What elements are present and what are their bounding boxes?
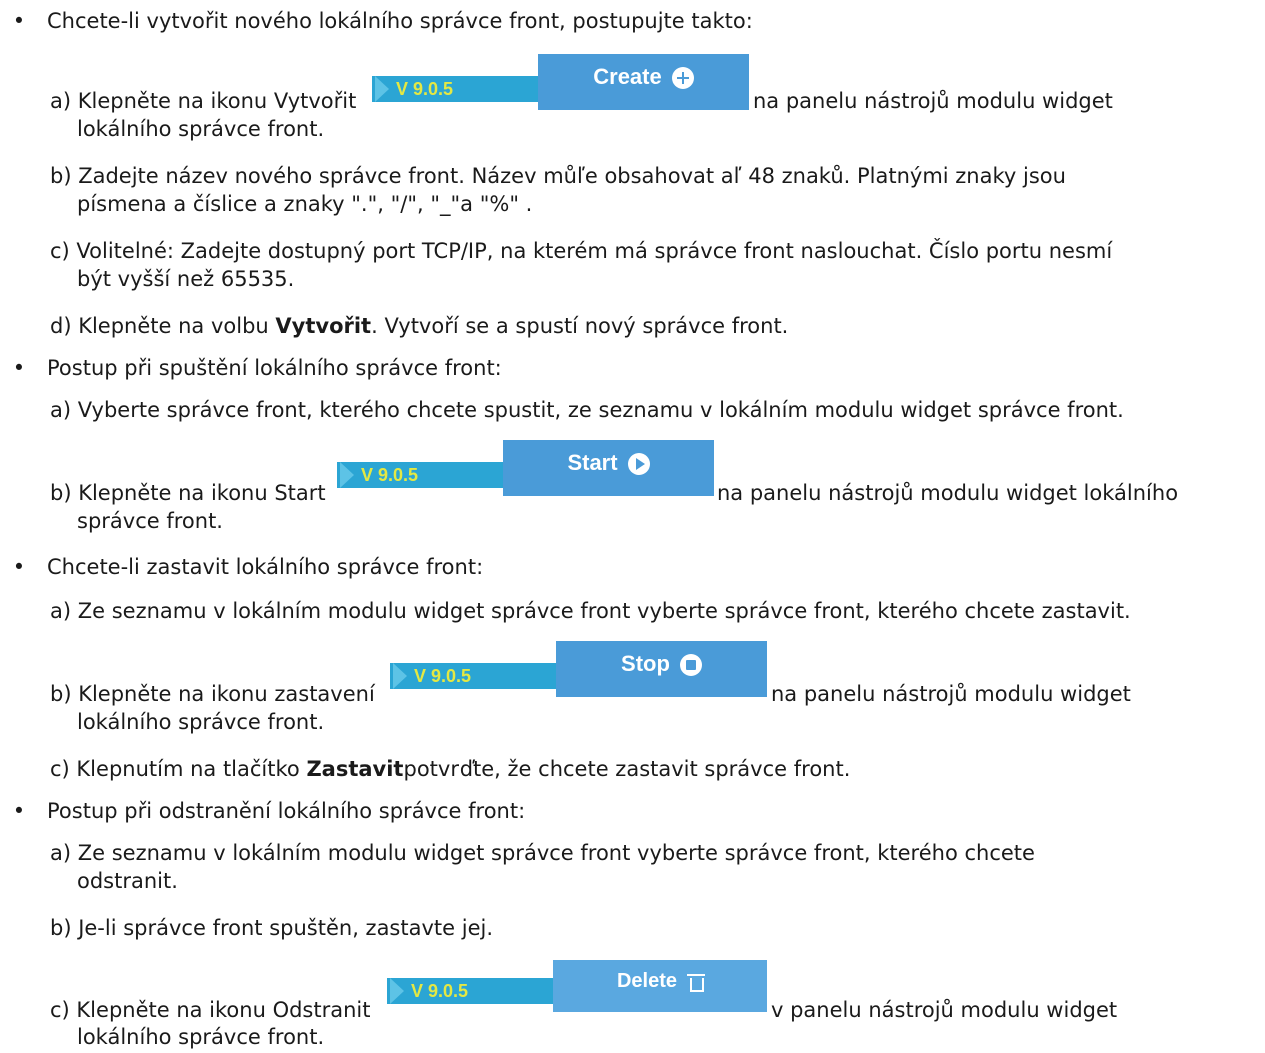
bullet-start: Postup při spuštění lokálního správce fr… [47,356,502,380]
step-start-b-cont: správce front. [77,509,223,533]
bullet-dot: • [12,555,26,579]
step-stop-a: a) Ze seznamu v lokálním modulu widget s… [50,599,1131,623]
play-circle-icon [627,453,650,475]
create-icon-image: V 9.0.5 Create [372,54,749,112]
stop-circle-icon [679,654,702,676]
stop-label: Stop [621,651,670,676]
version-label: V 9.0.5 [390,663,556,689]
step-del-a-cont: odstranit. [77,869,178,893]
version-label: V 9.0.5 [387,978,553,1004]
delete-label: Delete [616,970,678,992]
step-stop-b: b) Klepněte na ikonu zastavení [50,682,375,706]
delete-button-icon: Delete [553,960,767,1012]
create-button-icon: Create [538,54,749,110]
bullet-stop: Chcete-li zastavit lokálního správce fro… [47,555,484,579]
stop-icon-image: V 9.0.5 Stop [390,641,767,699]
step-del-c-cont: lokálního správce front. [77,1025,325,1049]
step-create-d: d) Klepněte na volbu Vytvořit. Vytvoří s… [50,314,789,338]
version-label: V 9.0.5 [372,76,538,102]
step-del-a: a) Ze seznamu v lokálním modulu widget s… [50,841,1035,865]
step-create-b: b) Zadejte název nového správce front. N… [50,164,1066,188]
step-create-a-after: na panelu nástrojů modulu widget [753,89,1113,113]
step-create-a-cont: lokálního správce front. [77,117,325,141]
step-start-a: a) Vyberte správce front, kterého chcete… [50,398,1124,422]
step-start-b: b) Klepněte na ikonu Start [50,481,326,505]
step-stop-b-cont: lokálního správce front. [77,710,325,734]
bullet-create: Chcete-li vytvořit nového lokálního sprá… [47,9,753,33]
bold-zastavit: Zastavit [306,757,404,781]
start-label: Start [567,450,618,475]
step-create-c-cont: být vyšší než 65535. [77,267,295,291]
step-start-b-after: na panelu nástrojů modulu widget lokální… [717,481,1179,505]
step-del-c-after: v panelu nástrojů modulu widget [771,998,1118,1022]
version-label: V 9.0.5 [337,462,503,488]
stop-button-icon: Stop [556,641,767,697]
start-button-icon: Start [503,440,714,496]
bullet-delete: Postup při odstranění lokálního správce … [47,799,526,823]
bullet-dot: • [12,356,26,380]
bold-vytvorit: Vytvořit [275,314,372,338]
step-create-b-cont: písmena a číslice a znaky ".", "/", "_"a… [77,192,533,216]
step-stop-c: c) Klepnutím na tlačítko Zastavitpotvrďt… [50,757,851,781]
step-stop-b-after: na panelu nástrojů modulu widget [771,682,1131,706]
start-icon-image: V 9.0.5 Start [337,440,714,498]
create-label: Create [593,64,662,89]
bullet-dot: • [12,9,26,33]
delete-icon-image: V 9.0.5 Delete [387,960,767,1018]
bullet-dot: • [12,799,26,823]
trash-icon [687,974,706,992]
plus-circle-icon [671,67,694,89]
step-create-c: c) Volitelné: Zadejte dostupný port TCP/… [50,239,1113,263]
step-del-b: b) Je-li správce front spuštěn, zastavte… [50,916,493,940]
